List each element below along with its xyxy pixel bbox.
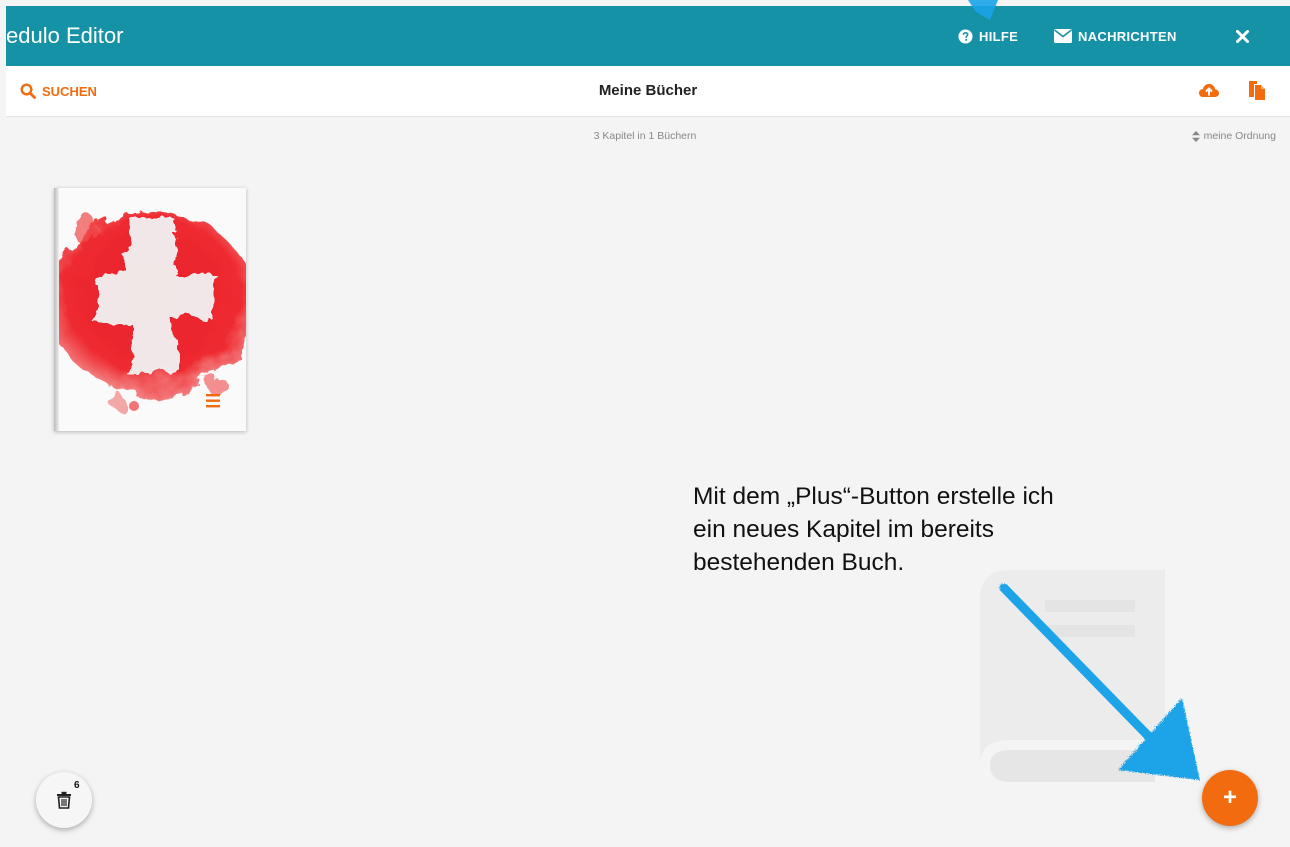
toolbar: SUCHEN Meine Bücher [6,66,1290,117]
annotation-line-2: ein neues Kapitel im bereits [693,516,994,543]
close-icon [1235,29,1249,43]
sort-control[interactable]: meine Ordnung [1191,130,1276,142]
trash-icon [57,791,71,809]
upload-button[interactable] [1198,80,1220,102]
sort-label: meine Ordnung [1203,130,1276,142]
help-label: HILFE [979,28,1019,44]
copy-button[interactable] [1246,79,1268,101]
search-button[interactable]: SUCHEN [20,66,97,116]
add-chapter-button[interactable]: + [1202,770,1258,826]
close-button[interactable] [1224,6,1260,66]
envelope-icon [1054,29,1072,43]
annotation-line-3: bestehenden Buch. [693,549,905,576]
annotation-text: Mit dem „Plus“-Button erstelle ich ein n… [693,480,1213,579]
search-label: SUCHEN [42,83,97,99]
cloud-upload-icon [1199,84,1219,97]
annotation-line-1: Mit dem „Plus“-Button erstelle ich [693,483,1054,510]
app-title-text: edulo Editor [6,23,124,48]
copy-document-icon [1249,81,1265,100]
messages-label: NACHRICHTEN [1078,28,1177,44]
book-card[interactable] [54,188,246,431]
help-annotation-arrow [968,0,998,20]
annotation-arrow [999,583,1200,780]
library-count: 3 Kapitel in 1 Büchern [593,130,697,142]
book-spine [54,188,59,431]
search-icon [20,83,36,99]
app-title: edulo Editor [6,23,123,49]
question-circle-icon [958,28,973,44]
plus-icon: + [1222,784,1237,811]
trash-button[interactable]: 6 [36,772,92,828]
page-title: Meine Bücher [598,82,698,99]
menu-icon[interactable] [204,393,222,409]
sort-icon [1191,130,1200,142]
app-header: edulo Editor HILFE NACHRICHTEN [6,6,1290,66]
messages-button[interactable]: NACHRICHTEN [1054,6,1177,66]
trash-count-badge: 6 [74,780,80,791]
